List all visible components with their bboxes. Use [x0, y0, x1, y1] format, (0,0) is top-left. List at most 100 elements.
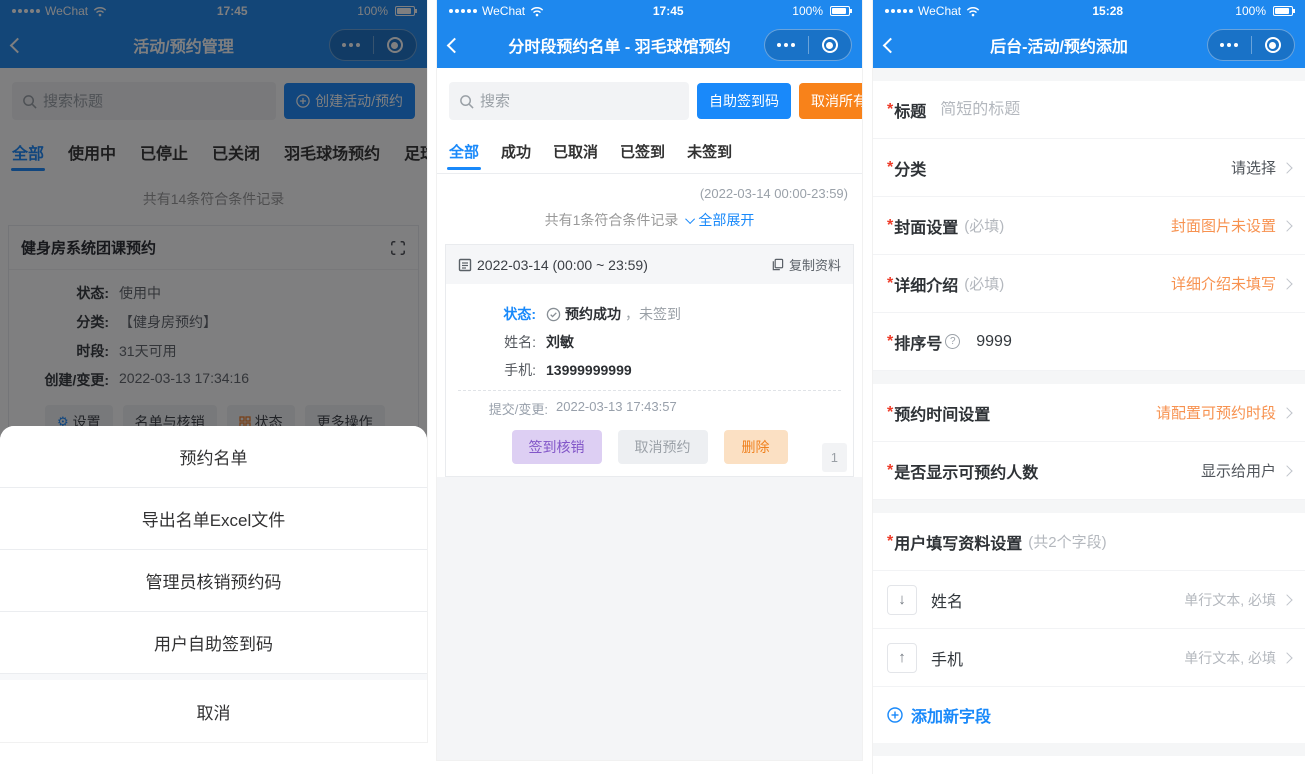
- back-icon[interactable]: [447, 37, 463, 53]
- battery-icon: [830, 6, 850, 16]
- cancel-reservation-button[interactable]: 取消预约: [618, 430, 708, 464]
- back-icon[interactable]: [883, 37, 899, 53]
- check-circle-icon: [546, 307, 561, 322]
- sheet-item-export-excel[interactable]: 导出名单Excel文件: [0, 488, 427, 550]
- chevron-right-icon: [1281, 162, 1292, 173]
- show-count-value: 显示给用户: [1201, 460, 1276, 481]
- signal-icon: [449, 9, 477, 13]
- next-section-edge: [873, 756, 1305, 774]
- tab-success[interactable]: 成功: [501, 130, 531, 173]
- cancel-all-button[interactable]: 取消所有: [799, 83, 862, 119]
- calendar-icon: [458, 258, 472, 272]
- empty-background: [437, 477, 862, 760]
- nav-bar: 后台-活动/预约添加: [873, 22, 1305, 68]
- card-actions: 签到核销 取消预约 删除: [458, 430, 841, 464]
- sheet-item-admin-verify-code[interactable]: 管理员核销预约码: [0, 550, 427, 612]
- search-input[interactable]: [480, 93, 679, 110]
- checkin-verify-button[interactable]: 签到核销: [512, 430, 602, 464]
- move-down-button[interactable]: ↓: [887, 585, 917, 615]
- carrier-label: WeChat: [918, 4, 961, 18]
- search-box[interactable]: [449, 82, 689, 120]
- reservation-card: 2022-03-14 (00:00 ~ 23:59) 复制资料 状态: 预约成功…: [445, 244, 854, 477]
- copy-icon: [771, 258, 784, 271]
- screen-activity-add-form: WeChat 15:28 100% 后台-活动/预约添加 *标题 *分类: [873, 0, 1305, 774]
- delete-button[interactable]: 删除: [724, 430, 788, 464]
- plus-circle-icon: [887, 707, 903, 723]
- sheet-item-reservation-list[interactable]: 预约名单: [0, 426, 427, 488]
- tab-checked-in[interactable]: 已签到: [620, 130, 665, 173]
- result-count-row: 共有1条符合条件记录 全部展开: [437, 201, 862, 240]
- row-submitted: 提交/变更: 2022-03-13 17:43:57: [458, 399, 841, 418]
- page-number-badge[interactable]: 1: [822, 443, 847, 472]
- category-value: 请选择: [1231, 157, 1276, 178]
- detail-value: 详细介绍未填写: [1171, 273, 1276, 294]
- chevron-right-icon: [1281, 220, 1292, 231]
- title-input[interactable]: [940, 101, 1291, 119]
- search-icon: [459, 94, 474, 109]
- wifi-icon: [530, 6, 544, 17]
- field-title: *标题: [873, 81, 1305, 139]
- field-detail[interactable]: *详细介绍(必填) 详细介绍未填写: [873, 255, 1305, 313]
- status-value: 预约成功: [565, 304, 621, 324]
- expand-all-link[interactable]: 全部展开: [688, 210, 754, 230]
- tab-not-checked-in[interactable]: 未签到: [687, 130, 732, 173]
- sheet-cancel-button[interactable]: 取消: [0, 680, 427, 742]
- minimize-icon[interactable]: [1252, 37, 1295, 53]
- mini-program-capsule: [764, 29, 852, 61]
- date-range-label: (2022-03-14 00:00-23:59): [437, 174, 862, 201]
- field-time-settings[interactable]: *预约时间设置 请配置可预约时段: [873, 384, 1305, 442]
- chevron-right-icon: [1281, 407, 1292, 418]
- field-show-count[interactable]: *是否显示可预约人数 显示给用户: [873, 442, 1305, 500]
- copy-data-link[interactable]: 复制资料: [771, 255, 841, 274]
- sheet-item-self-checkin-code[interactable]: 用户自助签到码: [0, 612, 427, 674]
- page-title: 后台-活动/预约添加: [923, 33, 1195, 57]
- user-field-phone[interactable]: ↑ 手机 单行文本, 必填: [873, 629, 1305, 687]
- row-name: 姓名: 刘敏: [458, 332, 841, 352]
- filter-tabs: 全部 成功 已取消 已签到 未签到: [437, 130, 862, 174]
- tab-all[interactable]: 全部: [449, 130, 479, 173]
- action-sheet: 预约名单 导出名单Excel文件 管理员核销预约码 用户自助签到码 取消: [0, 426, 427, 742]
- nav-bar: 分时段预约名单 - 羽毛球馆预约: [437, 22, 862, 68]
- status-time: 15:28: [980, 4, 1235, 18]
- more-icon[interactable]: [1208, 43, 1251, 47]
- carrier-label: WeChat: [482, 4, 525, 18]
- minimize-icon[interactable]: [809, 37, 852, 53]
- chevron-right-icon: [1281, 278, 1292, 289]
- status-bar: WeChat 15:28 100%: [873, 0, 1305, 22]
- row-status: 状态: 预约成功 ，未签到: [458, 304, 841, 324]
- sort-order-value[interactable]: 9999: [976, 333, 1012, 351]
- self-checkin-code-button[interactable]: 自助签到码: [697, 83, 791, 119]
- name-value: 刘敏: [546, 332, 574, 352]
- chevron-down-icon: [686, 214, 696, 224]
- status-extra: ，未签到: [625, 304, 681, 324]
- screen-reservation-roster: WeChat 17:45 100% 分时段预约名单 - 羽毛球馆预约: [437, 0, 862, 760]
- move-up-button[interactable]: ↑: [887, 643, 917, 673]
- page-title: 分时段预约名单 - 羽毛球馆预约: [487, 33, 752, 57]
- more-icon[interactable]: [765, 43, 808, 47]
- arrow-up-icon: ↑: [898, 649, 906, 666]
- cover-value: 封面图片未设置: [1171, 215, 1276, 236]
- fields-section-header: *用户填写资料设置(共2个字段): [873, 513, 1305, 571]
- status-time: 17:45: [544, 4, 792, 18]
- add-field-button[interactable]: 添加新字段: [873, 687, 1305, 743]
- battery-icon: [1273, 6, 1293, 16]
- help-icon[interactable]: ?: [945, 334, 960, 349]
- chevron-right-icon: [1281, 594, 1292, 605]
- user-field-name[interactable]: ↓ 姓名 单行文本, 必填: [873, 571, 1305, 629]
- time-settings-value: 请配置可预约时段: [1156, 402, 1276, 423]
- field-sort-order: *排序号? 9999: [873, 313, 1305, 371]
- result-count: 共有1条符合条件记录: [545, 210, 679, 230]
- chevron-right-icon: [1281, 465, 1292, 476]
- battery-percent: 100%: [792, 4, 823, 18]
- field-category[interactable]: *分类 请选择: [873, 139, 1305, 197]
- dashed-divider: [458, 390, 841, 391]
- search-toolbar: 自助签到码 取消所有: [437, 68, 862, 130]
- signal-icon: [885, 9, 913, 13]
- chevron-right-icon: [1281, 652, 1292, 663]
- three-screens: WeChat 17:45 100% 活动/预约管理: [0, 0, 1305, 774]
- row-phone: 手机: 13999999999: [458, 360, 841, 380]
- mini-program-capsule: [1207, 29, 1295, 61]
- required-mark: *: [887, 101, 893, 119]
- tab-cancelled[interactable]: 已取消: [553, 130, 598, 173]
- field-cover[interactable]: *封面设置(必填) 封面图片未设置: [873, 197, 1305, 255]
